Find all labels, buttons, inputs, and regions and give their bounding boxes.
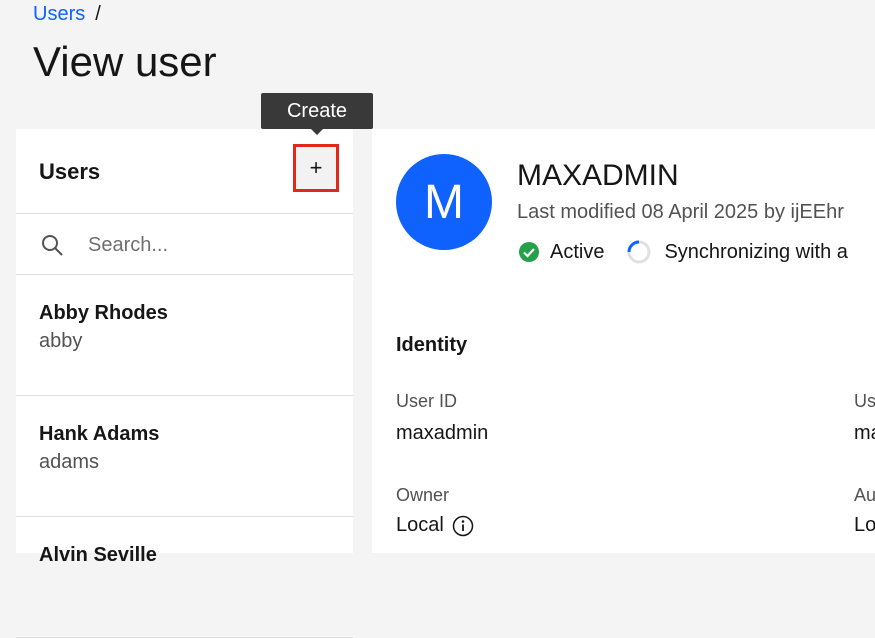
status-badge: Active [550,240,605,263]
check-circle-icon [519,242,539,262]
user-name: Abby Rhodes [39,302,168,324]
users-panel-header: Users + [16,129,353,214]
user-list-item[interactable]: Hank Adams adams [16,396,353,517]
search-input[interactable] [86,228,330,262]
field-label: Us [854,391,875,411]
field-value: ma [854,422,875,444]
breadcrumb-separator: / [95,3,101,25]
owner-label: Owner [396,485,450,505]
user-list-item[interactable]: Alvin Seville [16,517,353,638]
user-username: adams [39,451,100,473]
users-panel: Users + Abby Rhodes abby Hank Adams adam… [16,129,353,638]
sync-spinner-icon [627,240,651,264]
create-tooltip: Create [261,93,373,135]
plus-icon: + [309,155,323,180]
user-list-item[interactable]: Abby Rhodes abby [16,275,353,396]
sync-status: Synchronizing with a [664,240,848,263]
breadcrumb: Users / [33,3,101,26]
user-title: MAXADMIN [517,159,679,192]
owner-value: Local [396,514,444,536]
last-modified-text: Last modified 08 April 2025 by ijEEhr [517,201,844,223]
user-name: Hank Adams [39,423,160,445]
search-bar [16,214,353,275]
info-icon[interactable] [452,515,474,537]
identity-section-title: Identity [396,334,468,356]
page-title: View user [33,38,217,85]
field-value: Lo [854,514,875,536]
owner-value-row: Local [396,514,474,537]
user-username: abby [39,330,83,352]
field-label: Au [854,485,875,505]
user-name: Alvin Seville [39,544,157,566]
user-id-label: User ID [396,391,458,411]
users-panel-title: Users [39,159,101,184]
status-row: Active Synchronizing with a [518,239,848,265]
breadcrumb-users-link[interactable]: Users [33,3,85,25]
avatar: M [396,154,492,250]
user-id-value: maxadmin [396,422,489,444]
create-user-button[interactable]: + [293,144,339,192]
search-icon [42,235,63,256]
user-detail-panel: M MAXADMIN Last modified 08 April 2025 b… [372,129,875,553]
